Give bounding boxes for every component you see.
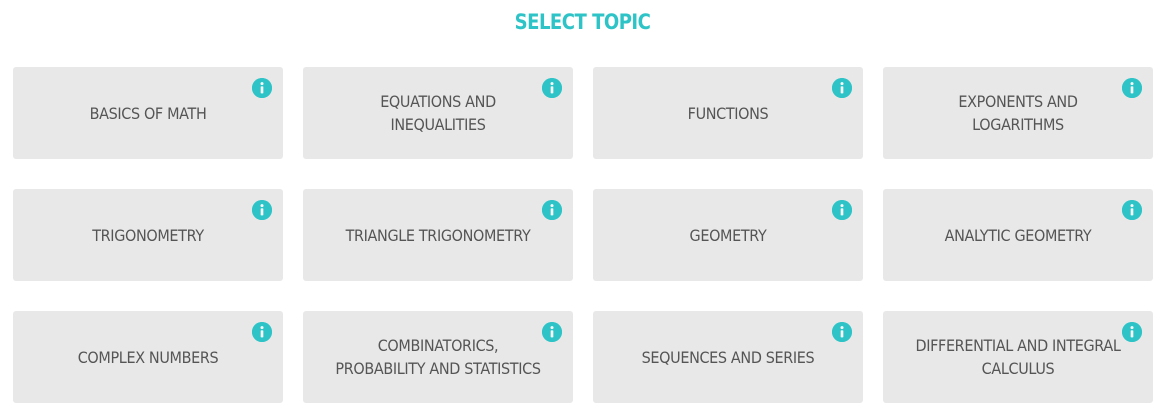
topic-card-triangle-trigonometry[interactable]: TRIANGLE TRIGONOMETRY	[303, 189, 573, 281]
page-title: SELECT TOPIC	[514, 10, 651, 34]
topic-label: SEQUENCES AND SERIES	[641, 347, 815, 367]
topic-label: DIFFERENTIAL AND INTEGRAL CALCULUS	[915, 336, 1121, 378]
topic-label: TRIANGLE TRIGONOMETRY	[345, 225, 531, 245]
topic-label: COMPLEX NUMBERS	[77, 347, 219, 367]
topic-card-analytic-geometry[interactable]: ANALYTIC GEOMETRY	[883, 189, 1153, 281]
topic-card-geometry[interactable]: GEOMETRY	[593, 189, 863, 281]
topic-label: GEOMETRY	[689, 225, 767, 245]
info-icon[interactable]	[832, 322, 852, 342]
topic-card-differential-and-integral-calculus[interactable]: DIFFERENTIAL AND INTEGRAL CALCULUS	[883, 311, 1153, 403]
topic-label: BASICS OF MATH	[89, 103, 207, 123]
topic-label: ANALYTIC GEOMETRY	[944, 225, 1092, 245]
topic-card-functions[interactable]: FUNCTIONS	[593, 67, 863, 159]
info-icon[interactable]	[1122, 78, 1142, 98]
topic-label: COMBINATORICS, PROBABILITY AND STATISTIC…	[335, 336, 541, 378]
topic-label: FUNCTIONS	[687, 103, 769, 123]
topic-card-exponents-and-logarithms[interactable]: EXPONENTS AND LOGARITHMS	[883, 67, 1153, 159]
info-icon[interactable]	[1122, 200, 1142, 220]
topic-card-equations-and-inequalities[interactable]: EQUATIONS AND INEQUALITIES	[303, 67, 573, 159]
topic-card-combinatorics-probability-and-statistics[interactable]: COMBINATORICS, PROBABILITY AND STATISTIC…	[303, 311, 573, 403]
info-icon[interactable]	[832, 78, 852, 98]
topic-card-trigonometry[interactable]: TRIGONOMETRY	[13, 189, 283, 281]
topic-label: EQUATIONS AND INEQUALITIES	[380, 92, 496, 134]
info-icon[interactable]	[832, 200, 852, 220]
info-icon[interactable]	[542, 322, 562, 342]
topic-label: TRIGONOMETRY	[92, 225, 204, 245]
topic-card-basics-of-math[interactable]: BASICS OF MATH	[13, 67, 283, 159]
topic-grid: BASICS OF MATH EQUATIONS AND INEQUALITIE…	[13, 67, 1153, 403]
info-icon[interactable]	[252, 200, 272, 220]
info-icon[interactable]	[252, 322, 272, 342]
info-icon[interactable]	[542, 78, 562, 98]
info-icon[interactable]	[1122, 322, 1142, 342]
topic-label: EXPONENTS AND LOGARITHMS	[958, 92, 1078, 134]
topic-card-sequences-and-series[interactable]: SEQUENCES AND SERIES	[593, 311, 863, 403]
info-icon[interactable]	[542, 200, 562, 220]
topic-card-complex-numbers[interactable]: COMPLEX NUMBERS	[13, 311, 283, 403]
info-icon[interactable]	[252, 78, 272, 98]
